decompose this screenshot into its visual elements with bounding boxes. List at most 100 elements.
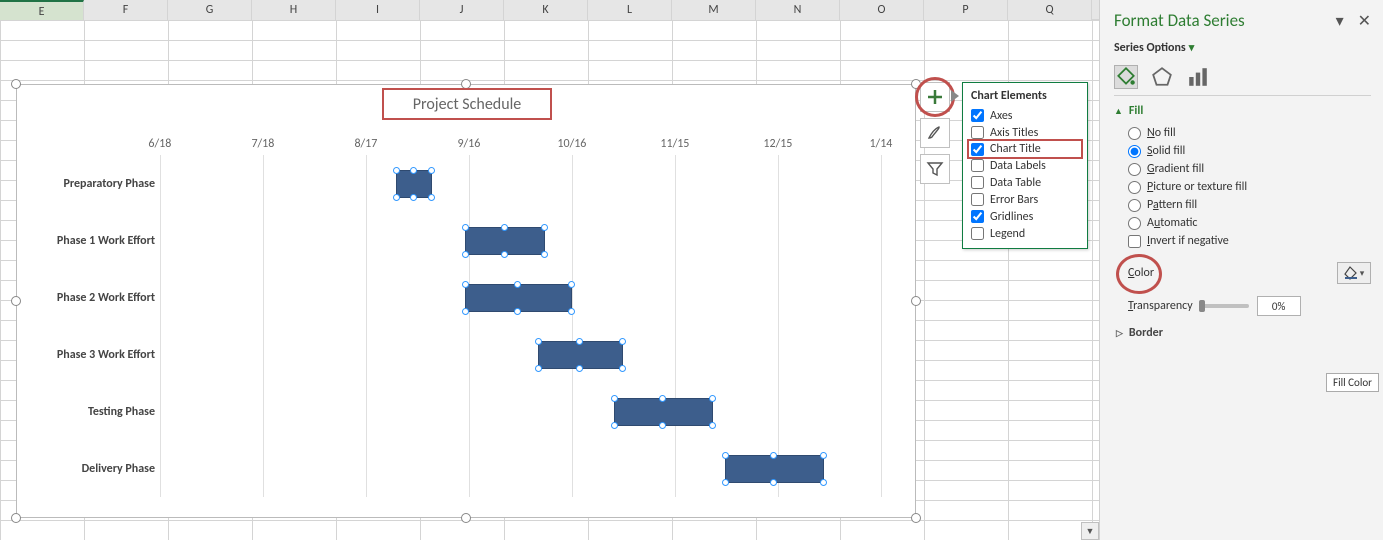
column-header-M[interactable]: M [672, 0, 756, 20]
bar-handle[interactable] [820, 452, 827, 459]
bar-handle[interactable] [501, 251, 508, 258]
column-header-F[interactable]: F [84, 0, 168, 20]
chart-element-checkbox[interactable] [971, 159, 984, 172]
chart-elements-button[interactable] [920, 82, 950, 112]
chart-styles-button[interactable] [920, 118, 950, 148]
series-options-tab[interactable] [1186, 65, 1210, 89]
no-fill-radio[interactable] [1128, 127, 1141, 140]
data-bar[interactable] [614, 398, 713, 426]
chart-element-checkbox[interactable] [971, 193, 984, 206]
bar-handle[interactable] [541, 251, 548, 258]
column-header-N[interactable]: N [756, 0, 840, 20]
bar-handle[interactable] [611, 422, 618, 429]
bar-handle[interactable] [428, 167, 435, 174]
bar-handle[interactable] [501, 224, 508, 231]
bar-handle[interactable] [770, 452, 777, 459]
pane-close-icon[interactable]: ✕ [1358, 11, 1371, 31]
worksheet-grid[interactable]: EFGHIJKLMNOPQ ▲ ▼ Project Schedule 6/187… [0, 0, 1099, 540]
fill-color-picker[interactable]: ▾ [1337, 262, 1371, 284]
bar-handle[interactable] [709, 422, 716, 429]
bar-handle[interactable] [576, 365, 583, 372]
chart-filters-button[interactable] [920, 154, 950, 184]
bar-handle[interactable] [709, 395, 716, 402]
data-bar[interactable] [725, 455, 824, 483]
data-bar[interactable] [465, 284, 572, 312]
chart-element-error-bars[interactable]: Error Bars [963, 191, 1087, 208]
border-section-header[interactable]: ▷Border [1114, 318, 1371, 340]
chart-handle[interactable] [911, 296, 921, 306]
pane-options-dropdown-icon[interactable]: ▾ [1336, 11, 1344, 31]
bar-handle[interactable] [462, 308, 469, 315]
column-header-E[interactable]: E [0, 0, 84, 20]
column-header-P[interactable]: P [924, 0, 1008, 20]
bar-handle[interactable] [514, 308, 521, 315]
bar-handle[interactable] [576, 338, 583, 345]
bar-handle[interactable] [659, 395, 666, 402]
bar-handle[interactable] [820, 479, 827, 486]
solid-fill-radio[interactable] [1128, 145, 1141, 158]
bar-handle[interactable] [393, 167, 400, 174]
bar-handle[interactable] [462, 281, 469, 288]
bar-handle[interactable] [722, 452, 729, 459]
chart-element-checkbox[interactable] [971, 210, 984, 223]
picture-fill-radio[interactable] [1128, 181, 1141, 194]
chart-handle[interactable] [11, 79, 21, 89]
bar-handle[interactable] [568, 308, 575, 315]
bar-handle[interactable] [619, 365, 626, 372]
column-header-K[interactable]: K [504, 0, 588, 20]
chart-element-checkbox[interactable] [971, 176, 984, 189]
chart-handle[interactable] [911, 513, 921, 523]
bar-handle[interactable] [611, 395, 618, 402]
pattern-fill-radio[interactable] [1128, 199, 1141, 212]
automatic-radio[interactable] [1128, 217, 1141, 230]
chart-element-legend[interactable]: Legend [963, 225, 1087, 242]
bar-handle[interactable] [514, 281, 521, 288]
chart-handle[interactable] [11, 513, 21, 523]
data-series[interactable] [137, 155, 900, 497]
chart-element-checkbox[interactable] [971, 126, 984, 139]
column-header-Q[interactable]: Q [1008, 0, 1092, 20]
bar-handle[interactable] [462, 224, 469, 231]
chart-element-chart-title[interactable]: Chart Title [967, 139, 1083, 159]
bar-handle[interactable] [619, 338, 626, 345]
column-header-J[interactable]: J [420, 0, 504, 20]
bar-handle[interactable] [462, 251, 469, 258]
bar-handle[interactable] [722, 479, 729, 486]
fill-section-header[interactable]: ▲Fill [1114, 104, 1371, 118]
chart-element-gridlines[interactable]: Gridlines [963, 208, 1087, 225]
scroll-down-button[interactable]: ▼ [1081, 522, 1099, 540]
column-header-G[interactable]: G [168, 0, 252, 20]
chart-element-checkbox[interactable] [971, 109, 984, 122]
chart-element-checkbox[interactable] [971, 143, 984, 156]
bar-handle[interactable] [541, 224, 548, 231]
gradient-fill-radio[interactable] [1128, 163, 1141, 176]
bar-handle[interactable] [535, 365, 542, 372]
invert-negative-checkbox[interactable] [1128, 235, 1141, 248]
chart-element-checkbox[interactable] [971, 227, 984, 240]
chart-element-data-labels[interactable]: Data Labels [963, 157, 1087, 174]
bar-handle[interactable] [393, 194, 400, 201]
bar-handle[interactable] [568, 281, 575, 288]
column-header-O[interactable]: O [840, 0, 924, 20]
bar-handle[interactable] [410, 194, 417, 201]
chart-title[interactable]: Project Schedule [382, 88, 552, 120]
fill-line-tab[interactable] [1114, 65, 1138, 89]
chart-handle[interactable] [461, 513, 471, 523]
column-header-L[interactable]: L [588, 0, 672, 20]
chart-element-axes[interactable]: Axes [963, 107, 1087, 124]
bar-handle[interactable] [428, 194, 435, 201]
bar-handle[interactable] [659, 422, 666, 429]
column-header-H[interactable]: H [252, 0, 336, 20]
data-bar[interactable] [465, 227, 545, 255]
series-options-dropdown[interactable]: Series Options▾ [1114, 41, 1371, 55]
format-data-series-pane[interactable]: Format Data Series ▾ ✕ Series Options▾ ▲… [1099, 0, 1383, 540]
bar-handle[interactable] [535, 338, 542, 345]
bar-handle[interactable] [410, 167, 417, 174]
chart-element-data-table[interactable]: Data Table [963, 174, 1087, 191]
bar-handle[interactable] [770, 479, 777, 486]
data-bar[interactable] [538, 341, 623, 369]
effects-tab[interactable] [1150, 65, 1174, 89]
chart-elements-flyout[interactable]: Chart Elements AxesAxis TitlesChart Titl… [962, 82, 1088, 249]
column-header-I[interactable]: I [336, 0, 420, 20]
embedded-chart[interactable]: Project Schedule 6/187/188/179/1610/1611… [16, 84, 916, 518]
